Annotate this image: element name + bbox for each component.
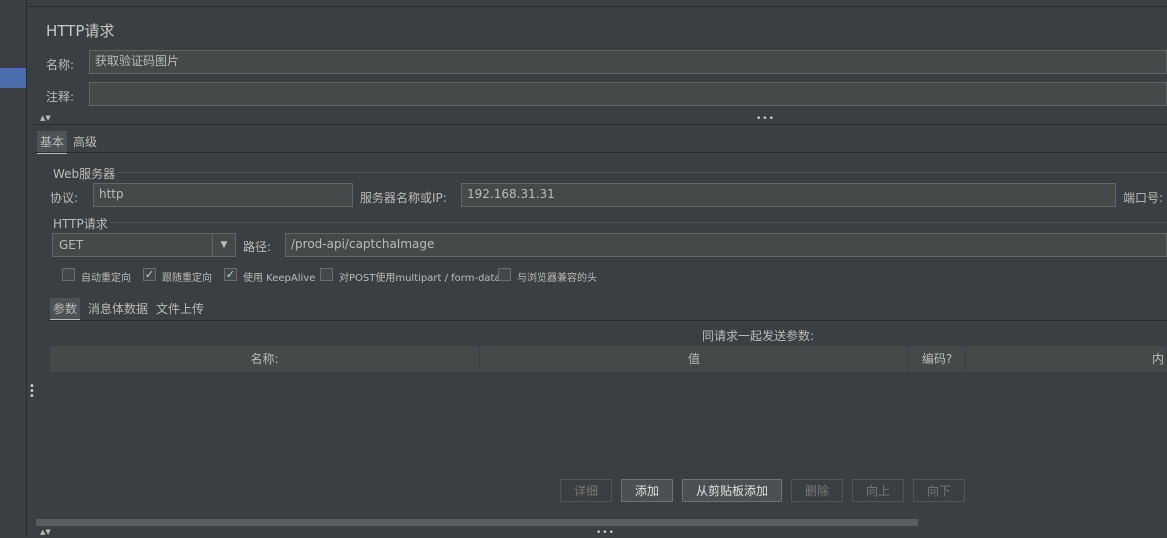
path-label: 路径:	[243, 240, 272, 254]
auto-redirect-label: 自动重定向	[81, 273, 131, 284]
tab-basic[interactable]: 基本	[37, 131, 68, 154]
protocol-field[interactable]: http	[93, 183, 353, 207]
follow-redirects-label: 跟随重定向	[162, 273, 212, 284]
checkbox-multipart[interactable]	[320, 268, 333, 281]
check-icon: ✓	[225, 268, 236, 281]
column-header-value[interactable]: 值	[480, 346, 909, 371]
subtabs-underline	[48, 320, 1167, 321]
server-field[interactable]: 192.168.31.31	[461, 183, 1116, 207]
move-down-button[interactable]: 向下	[913, 479, 965, 502]
tabs-underline	[34, 152, 1167, 153]
name-field[interactable]: 获取验证码图片	[89, 50, 1167, 74]
checkbox-auto-redirect[interactable]	[62, 268, 75, 281]
server-label: 服务器名称或IP:	[360, 191, 447, 205]
http-request-group-title: HTTP请求	[53, 217, 108, 231]
triangle-down-icon[interactable]: ▼	[212, 234, 235, 256]
column-header-encode[interactable]: 编码?	[909, 346, 966, 371]
port-label: 端口号:	[1123, 191, 1164, 205]
tab-parameters[interactable]: 参数	[50, 298, 81, 321]
top-toolbar-strip	[0, 0, 1167, 7]
tab-advanced[interactable]: 高级	[70, 131, 100, 152]
protocol-label: 协议:	[50, 191, 79, 205]
checkbox-follow-redirects[interactable]: ✓	[143, 268, 156, 281]
checkbox-browser-headers[interactable]	[498, 268, 511, 281]
web-server-group-title: Web服务器	[53, 167, 116, 181]
split-handle-icon[interactable]: •••	[596, 528, 615, 538]
vertical-splitter-handle[interactable]: • • •	[29, 382, 35, 402]
method-value: GET	[59, 238, 84, 252]
add-from-clipboard-button[interactable]: 从剪贴板添加	[682, 479, 782, 502]
collapse-arrows-icon[interactable]: ▲▼	[40, 528, 51, 536]
method-select[interactable]: GET ▼	[52, 233, 236, 257]
group-border	[110, 222, 1167, 223]
scrollbar-thumb[interactable]	[36, 519, 918, 526]
panel-title: HTTP请求	[46, 22, 115, 40]
checkbox-keepalive[interactable]: ✓	[224, 268, 237, 281]
keepalive-label: 使用 KeepAlive	[243, 273, 316, 284]
delete-button[interactable]: 删除	[791, 479, 843, 502]
move-up-button[interactable]: 向上	[852, 479, 904, 502]
section-divider	[34, 124, 1167, 125]
multipart-label: 对POST使用multipart / form-data	[339, 273, 501, 284]
browser-headers-label: 与浏览器兼容的头	[517, 273, 597, 284]
add-button[interactable]: 添加	[621, 479, 673, 502]
comment-field[interactable]	[89, 82, 1167, 106]
group-border	[118, 172, 1167, 173]
params-table-body[interactable]	[50, 372, 1167, 470]
column-header-content-type[interactable]: 内	[966, 346, 1167, 371]
split-handle-icon[interactable]: •••	[756, 114, 775, 124]
column-header-name[interactable]: 名称:	[50, 346, 480, 371]
tab-body-data[interactable]: 消息体数据	[85, 298, 151, 319]
comment-label: 注释:	[46, 90, 75, 104]
detail-button[interactable]: 详细	[560, 479, 612, 502]
params-caption: 同请求一起发送参数:	[702, 329, 815, 343]
collapse-arrows-icon[interactable]: ▲▼	[40, 114, 51, 122]
tab-file-upload[interactable]: 文件上传	[153, 298, 207, 319]
check-icon: ✓	[144, 268, 155, 281]
name-label: 名称:	[46, 58, 75, 72]
path-field[interactable]: /prod-api/captchaImage	[285, 233, 1167, 257]
tree-selected-row[interactable]	[0, 68, 26, 88]
